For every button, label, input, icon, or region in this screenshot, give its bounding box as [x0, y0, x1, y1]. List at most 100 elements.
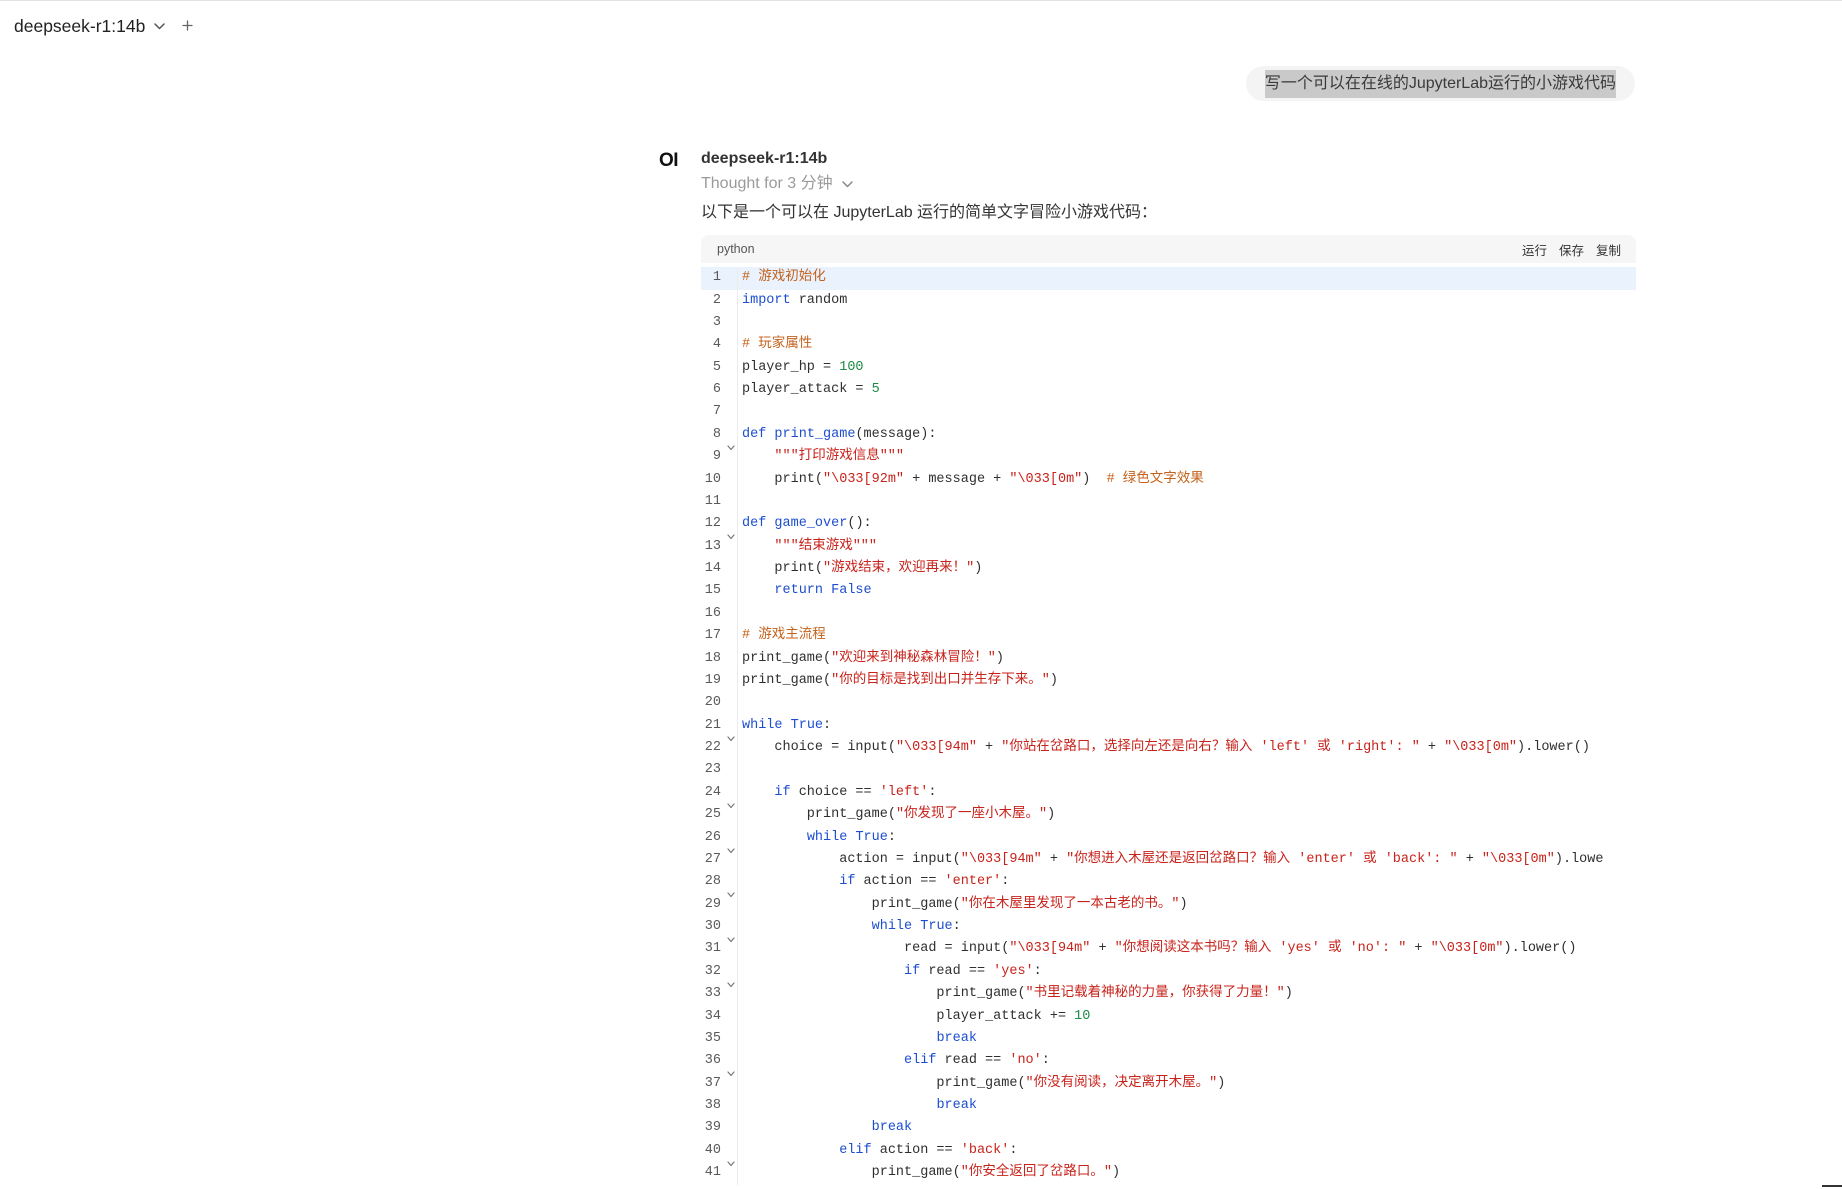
line-number: 18	[704, 650, 721, 666]
line-gutter: 35	[701, 1027, 738, 1051]
code-token-keyword: elif	[839, 1142, 872, 1158]
code-language-label: python	[717, 242, 755, 256]
code-token-string: 'back'	[960, 1142, 1010, 1158]
code-token-plain: )	[1047, 807, 1056, 823]
code-line-content: elif action == 'back':	[738, 1140, 1017, 1162]
fold-chevron-icon[interactable]	[727, 885, 735, 898]
code-line-content: # 游戏主流程	[738, 625, 826, 647]
code-token-keyword: import	[742, 292, 791, 308]
code-token-plain: ).lower()	[1517, 740, 1590, 756]
fold-chevron-icon[interactable]	[727, 438, 735, 450]
code-token-keyword: while	[742, 717, 783, 733]
code-line: 27 action = input("\033[94m" + "你想进入木屋还是…	[701, 848, 1636, 872]
line-number: 14	[704, 561, 721, 577]
code-token-plain: read ==	[936, 1053, 1010, 1069]
code-editor[interactable]: 1 # 游戏初始化 2 import random 3 4 # 玩家属性 5 player_hp…	[701, 267, 1636, 1189]
line-number: 34	[704, 1008, 721, 1024]
code-token-plain: :	[1009, 1142, 1018, 1158]
line-number: 38	[704, 1098, 721, 1114]
line-number: 41	[704, 1165, 721, 1181]
code-line-content	[738, 692, 742, 714]
code-line: 37 print_game("你没有阅读，决定离开木屋。")	[701, 1072, 1636, 1096]
code-token-plain: action ==	[871, 1142, 961, 1158]
code-line: 13 """结束游戏"""	[701, 535, 1636, 559]
code-token-plain: )	[1049, 672, 1058, 688]
code-token-plain: )	[1082, 471, 1107, 487]
fold-chevron-icon[interactable]	[727, 841, 735, 853]
code-line: 21 while True:	[701, 714, 1636, 741]
fold-chevron-icon[interactable]	[727, 527, 735, 540]
code-token-keyword: while	[806, 829, 848, 845]
code-token-string: "你站在岔路口，选择向左还是向右？输入 'left' 或 'right': "	[1001, 740, 1420, 756]
fold-chevron-icon[interactable]	[727, 796, 735, 808]
line-gutter: 39	[701, 1117, 738, 1140]
code-token-plain: print_game(	[742, 1165, 961, 1181]
save-code-button[interactable]: 保存	[1559, 240, 1584, 259]
code-line: 25 print_game("你发现了一座小木屋。")	[701, 804, 1636, 827]
line-gutter: 31	[701, 938, 738, 961]
code-line: 11	[701, 490, 1636, 514]
line-number: 27	[704, 851, 721, 867]
user-message-bubble: 写一个可以在在线的JupyterLab运行的小游戏代码	[1245, 66, 1635, 101]
code-token-string: "游戏结束，欢迎再来！"	[823, 561, 975, 577]
code-token-plain: :	[1041, 1053, 1050, 1069]
line-gutter: 16	[701, 602, 738, 626]
fold-chevron-icon[interactable]	[727, 930, 735, 943]
line-number: 6	[712, 382, 721, 398]
code-line: 28 if action == 'enter':	[701, 871, 1636, 898]
top-divider	[0, 0, 1842, 1]
chevron-down-icon	[153, 20, 165, 32]
code-token-comment: # 游戏主流程	[742, 628, 826, 644]
line-gutter: 10	[701, 468, 738, 491]
code-token-keyword: False	[831, 583, 872, 599]
line-gutter: 30	[701, 916, 738, 943]
line-number: 10	[704, 471, 721, 487]
assistant-model-name: deepseek-r1:14b	[701, 150, 828, 167]
line-gutter: 4	[701, 334, 738, 357]
code-token-plain: player_attack +=	[742, 1008, 1075, 1024]
code-token-plain: player_hp =	[742, 359, 840, 375]
code-token-plain: ).lowe	[1554, 851, 1604, 867]
code-line-content: player_attack = 5	[738, 379, 880, 401]
fold-chevron-icon[interactable]	[727, 975, 735, 987]
fold-chevron-icon[interactable]	[727, 1064, 735, 1077]
thought-toggle[interactable]: Thought for 3 分钟	[701, 174, 853, 194]
fold-chevron-icon[interactable]	[727, 1154, 735, 1166]
line-gutter: 20	[701, 692, 738, 715]
line-gutter: 13	[701, 535, 738, 559]
model-selector-button[interactable]: deepseek-r1:14b	[14, 15, 165, 37]
line-gutter: 6	[701, 379, 738, 402]
copy-code-button[interactable]: 复制	[1596, 240, 1621, 259]
line-gutter: 5	[701, 356, 738, 380]
chevron-down-icon	[841, 179, 853, 190]
code-line-content: read = input("\033[94m" + "你想阅读这本书吗？输入 '…	[738, 938, 1576, 960]
code-token-keyword: while	[871, 919, 913, 935]
line-number: 3	[712, 314, 721, 330]
code-token-keyword: if	[839, 874, 856, 890]
code-token-string: "你想进入木屋还是返回岔路口？输入 'enter' 或 'back': "	[1066, 851, 1458, 867]
line-number: 11	[704, 493, 721, 509]
code-line-content: print_game("你发现了一座小木屋。")	[738, 804, 1055, 826]
code-line: 35 break	[701, 1027, 1636, 1051]
code-token-keyword: def	[742, 516, 767, 532]
line-number: 29	[704, 896, 721, 912]
run-code-button[interactable]: 运行	[1522, 240, 1547, 259]
code-token-comment: # 游戏初始化	[742, 270, 826, 286]
code-token-string: "你发现了一座小木屋。"	[895, 807, 1048, 823]
code-line: 15 return False	[701, 580, 1636, 603]
fold-chevron-icon[interactable]	[727, 729, 735, 741]
line-gutter: 15	[701, 580, 738, 603]
code-line: 8 def print_game(message):	[701, 423, 1636, 450]
code-line: 12 def game_over():	[701, 513, 1636, 540]
code-token-string: "你没有阅读，决定离开木屋。"	[1025, 1075, 1218, 1091]
plus-icon[interactable]	[181, 19, 194, 32]
code-token-function: game_over	[774, 516, 848, 532]
code-line-content: """打印游戏信息"""	[738, 446, 904, 468]
line-number: 2	[712, 292, 721, 308]
code-token-plain: print_game(	[742, 672, 832, 688]
code-line-content: # 玩家属性	[738, 334, 812, 356]
assistant-avatar: OI	[659, 150, 679, 171]
code-line: 20	[701, 692, 1636, 715]
